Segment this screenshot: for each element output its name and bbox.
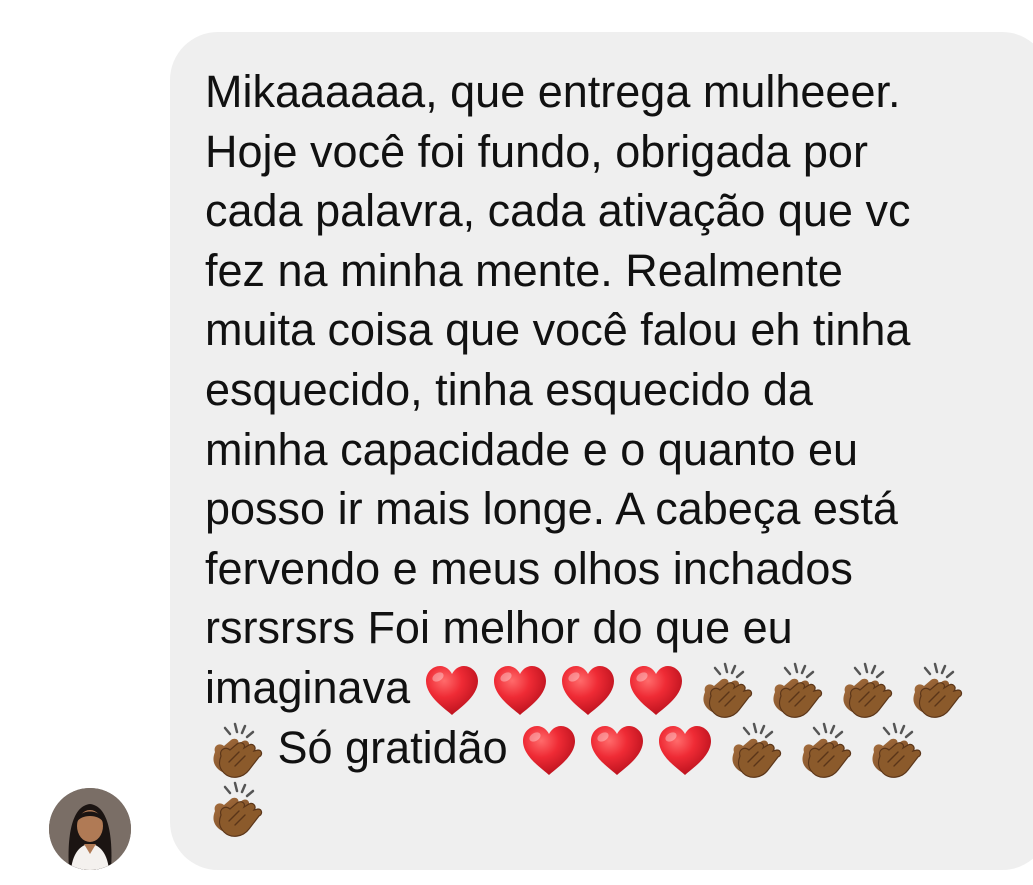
message-line: posso ir mais longe. A cabeça está	[205, 483, 898, 535]
red-heart-icon	[656, 724, 714, 778]
message-line: Hoje você foi fundo, obrigada por	[205, 125, 868, 177]
red-heart-icon	[627, 664, 685, 718]
message-line: fervendo e meus olhos inchados	[205, 542, 853, 594]
clapping-hands-icon	[205, 722, 265, 780]
message-text: Mikaaaaaa, que entrega mulheeer. Hoje vo…	[205, 62, 1005, 837]
message-line-emoji-2: Só gratidão	[205, 718, 1005, 778]
message-line: minha capacidade e o quanto eu	[205, 423, 859, 475]
message-line: muita coisa que você falou eh tinha	[205, 304, 911, 356]
message-line-text: imaginava	[205, 661, 411, 713]
message-line-emoji-1: imaginava	[205, 658, 1005, 718]
message-line: Mikaaaaaa, que entrega mulheeer.	[205, 66, 901, 117]
emoji-group	[205, 781, 265, 839]
sender-avatar[interactable]	[49, 788, 131, 870]
message-line: esquecido, tinha esquecido da	[205, 363, 813, 415]
emoji-group	[520, 722, 924, 780]
clapping-hands-icon	[905, 662, 965, 720]
clapping-hands-icon	[765, 662, 825, 720]
red-heart-icon	[491, 664, 549, 718]
red-heart-icon	[559, 664, 617, 718]
red-heart-icon	[588, 724, 646, 778]
emoji-group	[205, 722, 265, 780]
clapping-hands-icon	[205, 781, 265, 839]
clapping-hands-icon	[695, 662, 755, 720]
red-heart-icon	[520, 724, 578, 778]
message-line-emoji-3	[205, 777, 1005, 837]
emoji-group	[423, 662, 965, 720]
red-heart-icon	[423, 664, 481, 718]
message-line: cada palavra, cada ativação que vc	[205, 185, 911, 237]
message-line-text: Só gratidão	[277, 721, 508, 773]
clapping-hands-icon	[835, 662, 895, 720]
chat-screen: Mikaaaaaa, que entrega mulheeer. Hoje vo…	[0, 0, 1033, 885]
clapping-hands-icon	[724, 722, 784, 780]
clapping-hands-icon	[794, 722, 854, 780]
message-line: fez na minha mente. Realmente	[205, 244, 843, 296]
avatar-portrait-icon	[49, 788, 131, 870]
message-line: rsrsrsrs Foi melhor do que eu	[205, 602, 793, 654]
clapping-hands-icon	[864, 722, 924, 780]
